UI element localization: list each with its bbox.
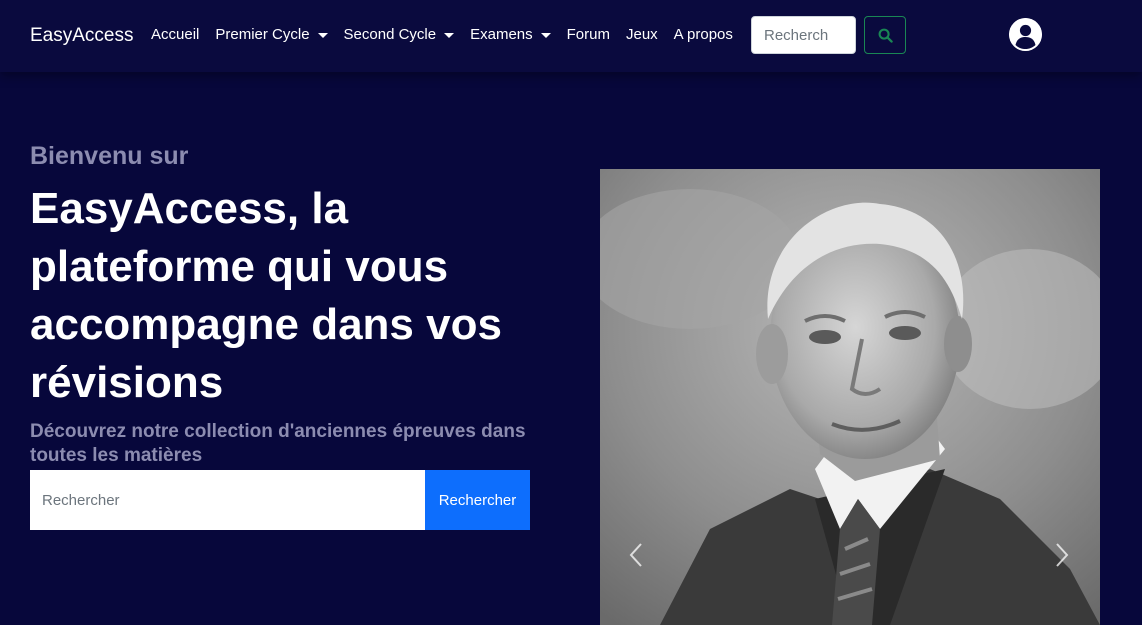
nav-item-jeux[interactable]: Jeux <box>626 26 658 43</box>
carousel-prev-button[interactable] <box>626 535 646 575</box>
hero-search-group: Rechercher <box>30 470 530 530</box>
nav-item-a-propos[interactable]: A propos <box>674 26 733 43</box>
hero-search-button[interactable]: Rechercher <box>425 470 530 530</box>
nav-item-label: Accueil <box>151 26 200 43</box>
nav-links: Accueil Premier Cycle Second Cycle Exame… <box>151 26 749 43</box>
nav-item-second-cycle[interactable]: Second Cycle <box>344 26 455 43</box>
hero-subtitle: Découvrez notre collection d'anciennes é… <box>30 421 526 466</box>
caret-down-icon <box>317 32 328 38</box>
carousel-next-button[interactable] <box>1052 535 1072 575</box>
nav-item-label: Jeux <box>625 26 658 43</box>
hero-headline: EasyAccess, la plateforme qui vous accom… <box>30 184 502 407</box>
chevron-left-icon <box>629 543 642 567</box>
search-icon <box>878 28 893 43</box>
caret-down-icon <box>540 32 551 38</box>
caret-down-icon <box>444 32 455 38</box>
chevron-right-icon <box>1056 543 1069 567</box>
nav-item-label: Premier Cycle <box>215 26 310 43</box>
hero-carousel <box>600 169 1100 625</box>
brand-logo[interactable]: EasyAccess <box>30 25 133 47</box>
nav-item-examens[interactable]: Examens <box>470 26 551 43</box>
navbar: EasyAccess Accueil Premier Cycle Second … <box>0 0 1142 72</box>
hero-welcome: Bienvenu sur <box>30 142 189 170</box>
nav-item-label: Second Cycle <box>343 26 437 43</box>
portrait-photo <box>600 169 1100 625</box>
hero-text: Bienvenu sur EasyAccess, la plateforme q… <box>30 140 550 468</box>
nav-search-input[interactable] <box>751 16 856 54</box>
nav-item-label: Forum <box>566 26 610 43</box>
nav-item-accueil[interactable]: Accueil <box>151 26 199 43</box>
hero-search-input[interactable] <box>30 470 425 530</box>
nav-item-forum[interactable]: Forum <box>567 26 610 43</box>
nav-item-premier-cycle[interactable]: Premier Cycle <box>215 26 328 43</box>
nav-item-label: Examens <box>470 26 533 43</box>
user-avatar[interactable] <box>1009 18 1042 51</box>
user-circle-icon <box>1009 18 1042 51</box>
nav-search-button[interactable] <box>864 16 906 54</box>
nav-item-label: A propos <box>673 26 733 43</box>
